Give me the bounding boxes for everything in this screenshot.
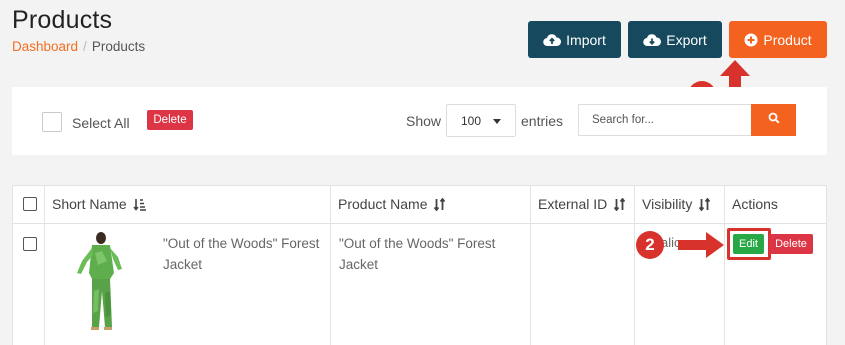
add-product-button[interactable]: Product [729,21,827,58]
product-thumbnail[interactable] [52,231,153,333]
arrow-right-icon [678,232,724,258]
show-label: Show [406,113,442,129]
bulk-delete-button[interactable]: Delete [147,110,193,130]
column-header-external-id[interactable]: External ID [530,185,626,223]
page-title: Products [12,6,113,34]
select-all-checkbox[interactable] [42,112,62,132]
export-button-label: Export [666,31,707,48]
header-select-checkbox[interactable] [23,197,37,211]
sort-icon [613,197,626,211]
sort-asc-icon [133,198,147,211]
column-header-actions: Actions [732,196,778,212]
column-header-visibility[interactable]: Visibility [634,185,711,223]
search-input[interactable]: Search for... [578,104,751,136]
search-button[interactable] [751,104,796,136]
search-placeholder: Search for... [592,114,655,126]
entries-label: entries [521,113,564,129]
column-header-short-name[interactable]: Short Name [44,185,147,223]
cloud-download-icon [643,33,662,47]
import-button[interactable]: Import [528,21,621,58]
sort-icon [698,197,711,211]
products-table: Short Name Product Name External ID Visi… [12,185,827,345]
breadcrumb-separator: / [83,39,87,54]
import-button-label: Import [566,31,606,48]
search-icon [768,111,780,129]
row-delete-button[interactable]: Delete [769,234,813,254]
breadcrumb-dashboard-link[interactable]: Dashboard [12,39,78,54]
sort-icon [433,197,446,211]
column-header-product-name[interactable]: Product Name [330,185,446,223]
breadcrumb: Dashboard / Products [12,39,145,54]
entries-select[interactable]: 100 [446,104,516,137]
plus-circle-icon [744,33,758,47]
edit-highlight-box [727,228,771,260]
caret-down-icon [493,119,501,124]
export-button[interactable]: Export [628,21,722,58]
row-product-name: "Out of the Woods" Forest Jacket [339,236,496,272]
breadcrumb-current: Products [91,39,146,54]
row-short-name: "Out of the Woods" Forest Jacket [163,236,320,272]
select-all-label: Select All [72,115,130,131]
cloud-upload-icon [543,33,562,47]
filter-bar: Select All Delete Show 100 entries Searc… [12,87,827,155]
step-2-badge: 2 [636,231,664,259]
row-select-checkbox[interactable] [23,237,37,251]
entries-select-value: 100 [461,113,482,128]
add-product-button-label: Product [763,31,812,48]
